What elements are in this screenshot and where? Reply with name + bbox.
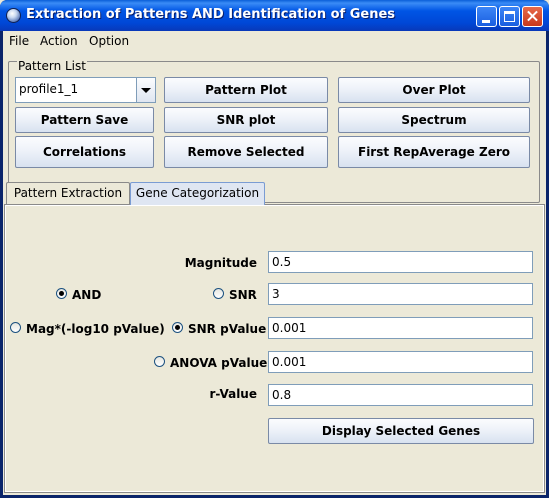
snr-plot-button[interactable]: SNR plot xyxy=(164,107,328,133)
tab-gene-categorization[interactable]: Gene Categorization xyxy=(130,182,265,205)
close-icon xyxy=(523,7,542,26)
profile-select-value: profile1_1 xyxy=(19,82,79,96)
minimize-icon xyxy=(482,20,490,23)
magnitude-label: Magnitude xyxy=(184,256,257,270)
menu-option[interactable]: Option xyxy=(89,34,129,48)
window-title: Extraction of Patterns AND Identificatio… xyxy=(26,7,396,22)
app-window: Extraction of Patterns AND Identificatio… xyxy=(0,0,549,498)
display-selected-genes-button[interactable]: Display Selected Genes xyxy=(268,418,534,444)
mag-log-pvalue-label[interactable]: Mag*(-log10 pValue) xyxy=(26,322,165,336)
minimize-button[interactable] xyxy=(476,6,497,27)
profile-select[interactable]: profile1_1 xyxy=(15,77,156,103)
close-button[interactable] xyxy=(522,6,543,27)
maximize-icon xyxy=(504,11,515,22)
title-bar[interactable]: Extraction of Patterns AND Identificatio… xyxy=(0,0,549,31)
java-app-icon xyxy=(6,8,21,23)
mag-log-pvalue-radio[interactable] xyxy=(10,322,21,333)
anova-pvalue-label[interactable]: ANOVA pValue xyxy=(170,356,267,370)
maximize-button[interactable] xyxy=(499,6,520,27)
dropdown-arrow-icon[interactable] xyxy=(136,78,155,102)
r-value-label: r-Value xyxy=(209,387,257,401)
remove-selected-button[interactable]: Remove Selected xyxy=(164,136,328,168)
over-plot-button[interactable]: Over Plot xyxy=(338,77,530,103)
panel-body xyxy=(6,206,543,491)
snr-radio-label[interactable]: SNR xyxy=(229,288,257,302)
magnitude-input[interactable]: 0.5 xyxy=(268,251,533,273)
snr-pvalue-input[interactable]: 0.001 xyxy=(268,317,533,339)
gene-categorization-panel xyxy=(4,204,545,493)
first-repaverage-zero-button[interactable]: First RepAverage Zero xyxy=(338,136,530,168)
and-radio-label[interactable]: AND xyxy=(72,288,101,302)
pattern-save-button[interactable]: Pattern Save xyxy=(15,107,154,133)
and-radio[interactable] xyxy=(56,288,67,299)
spectrum-button[interactable]: Spectrum xyxy=(338,107,530,133)
anova-pvalue-input[interactable]: 0.001 xyxy=(268,351,533,373)
menu-file[interactable]: File xyxy=(9,34,29,48)
snr-pvalue-radio[interactable] xyxy=(172,322,183,333)
menu-bar: File Action Option xyxy=(3,31,546,51)
snr-pvalue-label[interactable]: SNR pValue xyxy=(188,322,266,336)
anova-pvalue-radio[interactable] xyxy=(154,356,165,367)
correlations-button[interactable]: Correlations xyxy=(15,136,154,168)
pattern-list-label: Pattern List xyxy=(17,59,87,73)
snr-radio[interactable] xyxy=(213,288,224,299)
snr-input[interactable]: 3 xyxy=(268,283,533,305)
pattern-plot-button[interactable]: Pattern Plot xyxy=(164,77,328,103)
window-content: File Action Option Pattern List profile1… xyxy=(3,31,546,495)
r-value-input[interactable]: 0.8 xyxy=(268,384,533,406)
menu-action[interactable]: Action xyxy=(40,34,78,48)
tab-pattern-extraction[interactable]: Pattern Extraction xyxy=(6,182,130,204)
